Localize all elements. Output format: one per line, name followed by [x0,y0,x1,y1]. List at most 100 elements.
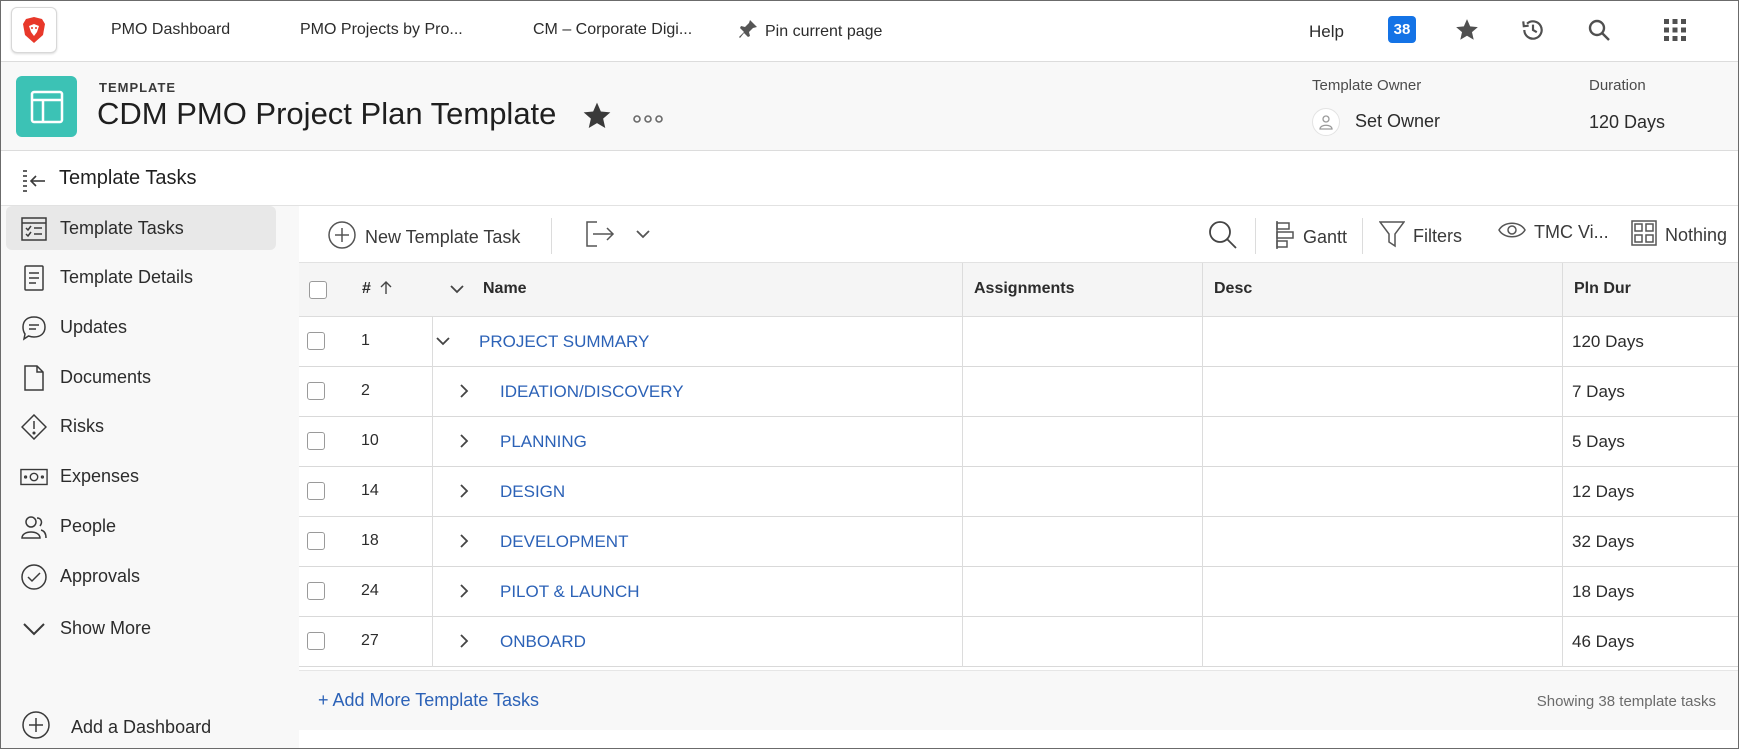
table-row[interactable]: 2 IDEATION/DISCOVERY 7 Days [299,367,1738,417]
table-row[interactable]: 10 PLANNING 5 Days [299,417,1738,467]
brave-lion-icon[interactable] [11,7,57,53]
column-divider [1202,317,1203,367]
new-template-task-label: New Template Task [365,227,521,247]
table-row[interactable]: 27 ONBOARD 46 Days [299,617,1738,667]
filters-button[interactable]: Filters [1378,220,1462,253]
row-checkbox[interactable] [307,482,325,500]
planned-duration: 120 Days [1572,332,1644,351]
export-button[interactable] [585,220,617,253]
export-icon [585,220,617,253]
planned-duration: 32 Days [1572,532,1635,551]
expand-chevron-icon[interactable] [454,381,474,401]
top-navigation-bar: PMO Dashboard PMO Projects by Pro... CM … [1,1,1738,62]
row-checkbox[interactable] [307,532,325,550]
task-list-icon [20,215,48,243]
row-checkbox[interactable] [307,582,325,600]
sidebar-item-template-details[interactable]: Template Details [6,255,276,299]
column-divider [962,517,963,567]
app-grid-icon[interactable] [1660,15,1690,45]
column-header-desc[interactable]: Desc [1214,280,1252,298]
column-divider [962,367,963,417]
collapse-sidebar-icon[interactable] [21,169,47,198]
view-button[interactable]: TMC Vi... [1498,220,1609,245]
sort-ascending-icon [380,281,392,294]
expand-chevron-icon[interactable] [454,631,474,651]
notifications-badge[interactable]: 38 [1388,16,1416,43]
column-divider [432,367,433,417]
row-checkbox[interactable] [307,382,325,400]
sidebar-item-updates[interactable]: Updates [6,305,276,349]
sidebar-item-risks[interactable]: Risks [6,404,276,448]
sidebar: Template Tasks Template Details Updates … [1,206,299,748]
column-divider [962,617,963,667]
task-name-link[interactable]: PLANNING [500,432,587,452]
task-name-link[interactable]: DEVELOPMENT [500,532,628,552]
nav-link-pmo-dashboard[interactable]: PMO Dashboard [111,21,230,39]
column-divider [1202,367,1203,417]
column-divider [432,567,433,617]
template-icon [16,76,77,137]
sidebar-item-approvals[interactable]: Approvals [6,554,276,598]
column-divider [1562,567,1563,617]
grouping-button[interactable]: Nothing [1631,220,1727,251]
table-search-icon[interactable] [1208,220,1238,250]
template-kicker: TEMPLATE [99,80,177,95]
task-name-link[interactable]: DESIGN [500,482,565,502]
expand-chevron-icon[interactable] [454,581,474,601]
pin-label: Pin current page [765,22,883,40]
row-number: 14 [361,482,379,499]
table-row[interactable]: 18 DEVELOPMENT 32 Days [299,517,1738,567]
nav-link-pmo-projects[interactable]: PMO Projects by Pro... [300,21,463,39]
history-icon[interactable] [1518,15,1548,45]
sidebar-item-show-more[interactable]: Show More [6,606,276,650]
expand-chevron-icon[interactable] [454,531,474,551]
set-owner-button[interactable]: Set Owner [1355,111,1440,132]
table-row[interactable]: 24 PILOT & LAUNCH 18 Days [299,567,1738,617]
expand-chevron-icon[interactable] [454,481,474,501]
export-dropdown-chevron-icon[interactable] [635,228,651,240]
star-icon[interactable] [1452,15,1482,45]
table-row[interactable]: 1 PROJECT SUMMARY 120 Days [299,317,1738,367]
collapse-all-chevron-icon[interactable] [449,282,465,300]
row-checkbox[interactable] [307,432,325,450]
more-options-icon[interactable] [633,104,663,130]
sidebar-item-label: Show More [60,617,152,638]
expand-chevron-icon[interactable] [454,431,474,451]
gantt-button[interactable]: Gantt [1273,220,1347,255]
help-link[interactable]: Help [1309,22,1344,42]
column-header-pln-dur[interactable]: Pln Dur [1574,280,1631,298]
task-name-link[interactable]: PROJECT SUMMARY [479,332,649,352]
sidebar-item-expenses[interactable]: Expenses [6,454,276,498]
pin-current-page-button[interactable]: Pin current page [737,18,882,45]
planned-duration: 18 Days [1572,582,1635,601]
task-name-link[interactable]: ONBOARD [500,632,586,652]
column-header-number[interactable]: # [362,280,393,298]
collapse-chevron-icon[interactable] [433,331,453,351]
new-template-task-button[interactable]: New Template Task [327,220,520,255]
sidebar-item-label: Risks [60,415,104,436]
sidebar-item-documents[interactable]: Documents [6,355,276,399]
table-row[interactable]: 14 DESIGN 12 Days [299,467,1738,517]
search-icon[interactable] [1584,15,1614,45]
planned-duration: 12 Days [1572,482,1635,501]
add-more-template-tasks-button[interactable]: + Add More Template Tasks [318,690,539,711]
add-dashboard-button[interactable]: Add a Dashboard [21,710,211,745]
task-name-link[interactable]: IDEATION/DISCOVERY [500,382,684,402]
column-header-name[interactable]: Name [483,280,527,298]
table-footer: + Add More Template Tasks Showing 38 tem… [299,670,1738,730]
sidebar-item-label: Updates [60,316,128,337]
sidebar-item-people[interactable]: People [6,504,276,548]
column-header-assignments[interactable]: Assignments [974,280,1074,298]
duration-label: Duration [1589,77,1646,94]
sidebar-item-label: Approvals [60,565,141,586]
duration-value: 120 Days [1589,112,1666,132]
toolbar-divider [1255,218,1256,254]
task-name-link[interactable]: PILOT & LAUNCH [500,582,640,602]
row-checkbox[interactable] [307,332,325,350]
favorite-star-icon[interactable] [581,100,613,137]
nav-link-cm-corporate[interactable]: CM – Corporate Digi... [533,21,692,39]
select-all-checkbox[interactable] [309,281,327,299]
sidebar-item-template-tasks[interactable]: Template Tasks [6,206,276,250]
owner-avatar-icon[interactable] [1312,108,1340,136]
row-checkbox[interactable] [307,632,325,650]
